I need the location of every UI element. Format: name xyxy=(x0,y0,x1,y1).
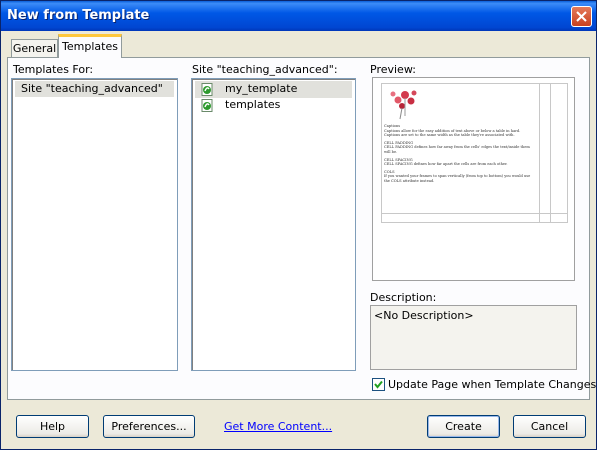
templates-for-label: Templates For: xyxy=(13,63,94,76)
list-item-templates[interactable]: templates xyxy=(195,97,352,113)
dialog-title: New from Template xyxy=(7,8,150,23)
description-value: <No Description> xyxy=(374,309,474,322)
list-item-label: templates xyxy=(225,98,281,111)
checkmark-icon xyxy=(374,380,383,389)
preview-page: Captions Captions allow for the easy add… xyxy=(381,83,568,223)
tab-general[interactable]: General xyxy=(11,39,58,58)
template-file-icon xyxy=(201,99,213,112)
cancel-button[interactable]: Cancel xyxy=(513,415,586,438)
template-file-icon xyxy=(201,83,213,96)
site-list-label: Site "teaching_advanced": xyxy=(192,63,338,76)
update-page-label[interactable]: Update Page when Template Changes xyxy=(388,378,596,391)
help-button[interactable]: Help xyxy=(16,415,89,438)
templates-for-list[interactable]: Site "teaching_advanced" xyxy=(11,78,178,371)
preview-text: Captions Captions allow for the easy add… xyxy=(384,124,531,183)
description-label: Description: xyxy=(370,291,437,304)
template-preview: Captions Captions allow for the easy add… xyxy=(372,77,575,281)
close-button[interactable] xyxy=(571,6,592,27)
create-button[interactable]: Create xyxy=(427,415,500,438)
site-template-list[interactable]: my_template templates xyxy=(191,78,356,371)
get-more-content-link[interactable]: Get More Content... xyxy=(224,420,332,433)
list-item-my-template[interactable]: my_template xyxy=(195,81,352,98)
preferences-button[interactable]: Preferences... xyxy=(103,415,195,438)
update-page-checkbox[interactable] xyxy=(372,378,385,391)
list-item-label: my_template xyxy=(225,82,298,95)
flower-image-icon xyxy=(390,90,417,120)
list-item[interactable]: Site "teaching_advanced" xyxy=(15,81,174,97)
preview-label: Preview: xyxy=(370,63,416,76)
tab-templates[interactable]: Templates xyxy=(58,34,122,58)
description-box: <No Description> xyxy=(370,305,577,370)
new-from-template-dialog: New from Template General Templates Temp… xyxy=(0,0,597,450)
close-icon xyxy=(576,11,587,22)
title-bar[interactable]: New from Template xyxy=(1,1,596,31)
